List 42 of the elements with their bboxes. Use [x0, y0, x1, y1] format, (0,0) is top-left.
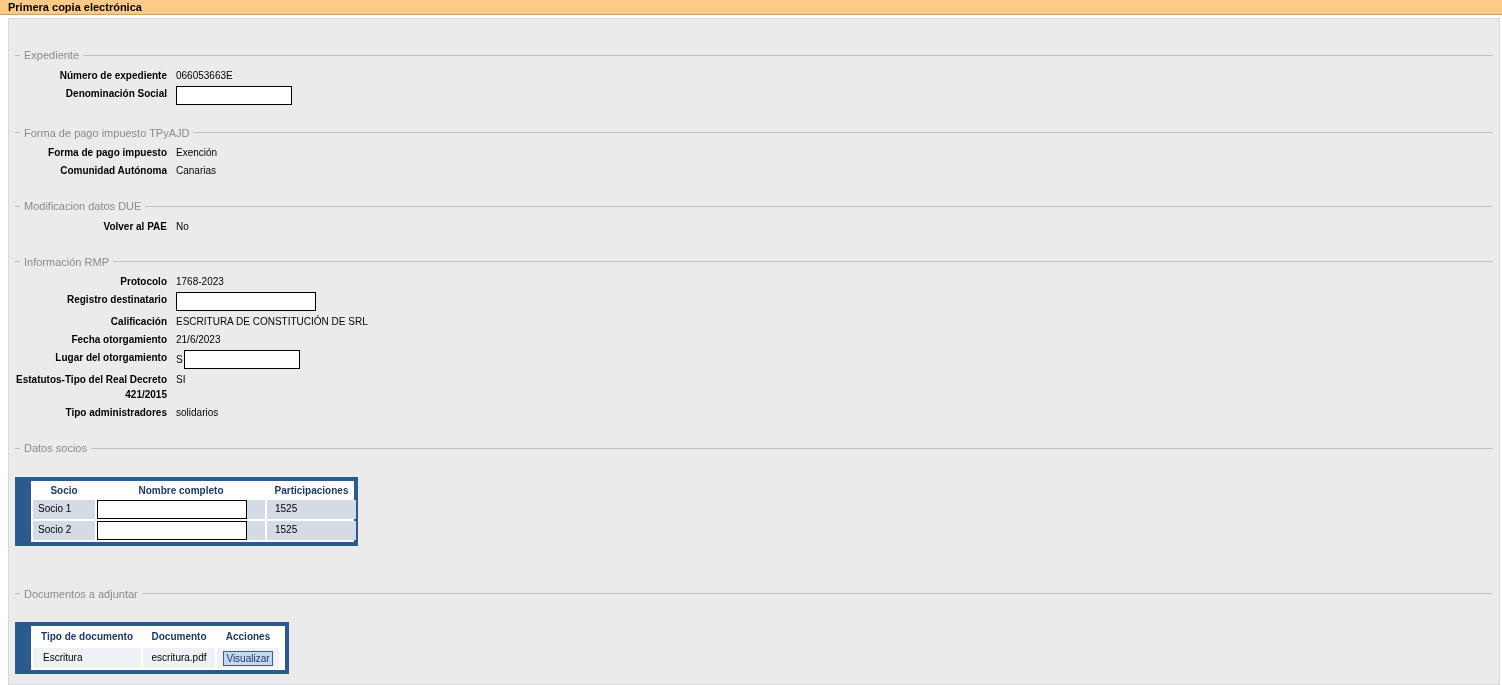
page-title: Primera copia electrónica	[8, 0, 142, 15]
column-header: Acciones	[224, 630, 272, 644]
column-header: Tipo de documento	[39, 630, 134, 644]
field-value: S	[176, 353, 183, 367]
field-label: Tipo administradores	[64, 406, 167, 420]
field-value: SI	[176, 373, 186, 387]
field-value: No	[176, 219, 189, 234]
table-cell: 1525	[267, 520, 356, 540]
field-label: Registro destinatario	[65, 293, 167, 307]
section-legend: Documentos a adjuntar	[24, 585, 138, 602]
field-value: 1768-2023	[176, 275, 224, 289]
field-value: 21/6/2023	[176, 333, 221, 347]
field-label: Fecha otorgamiento	[70, 333, 167, 347]
field-value: Exención	[176, 146, 218, 160]
field-label: Denominación Social	[64, 86, 167, 101]
column-header: Participaciones	[273, 483, 350, 498]
field-label: Lugar del otorgamiento	[54, 351, 167, 365]
table-cell: Socio 2	[33, 520, 95, 540]
field-label: Estatutos-Tipo del Real Decreto 421/2015	[15, 373, 167, 402]
field-value: Canarias	[176, 164, 217, 178]
field-label: Calificación	[109, 315, 167, 329]
view-button[interactable]: Visualizar	[223, 650, 273, 666]
column-header: Nombre completo	[137, 483, 225, 498]
field-label: Número de expediente	[58, 68, 167, 83]
column-header: Socio	[49, 483, 79, 498]
field-label: Volver al PAE	[102, 219, 167, 234]
section-legend: Forma de pago impuesto TPyAJD	[24, 124, 190, 141]
section-legend: Información RMP	[24, 253, 109, 270]
table-cell: 1525	[267, 499, 356, 519]
table-cell: escritura.pdf	[143, 648, 215, 668]
field-value: ESCRITURA DE CONSTITUCIÓN DE SRL	[176, 314, 368, 329]
section-legend: Datos socios	[24, 440, 87, 457]
section-legend: Expediente	[24, 47, 80, 64]
field-label: Comunidad Autónoma	[59, 164, 167, 178]
field-value: solidarios	[176, 406, 219, 420]
table-cell: Socio 1	[33, 499, 95, 519]
field-label: Forma de pago impuesto	[47, 146, 167, 160]
table-cell: Escritura	[33, 648, 141, 668]
field-value: 066053663E	[176, 68, 233, 83]
section-legend: Modificacion datos DUE	[24, 198, 142, 215]
column-header: Documento	[150, 630, 208, 644]
field-label: Protocolo	[119, 275, 167, 289]
